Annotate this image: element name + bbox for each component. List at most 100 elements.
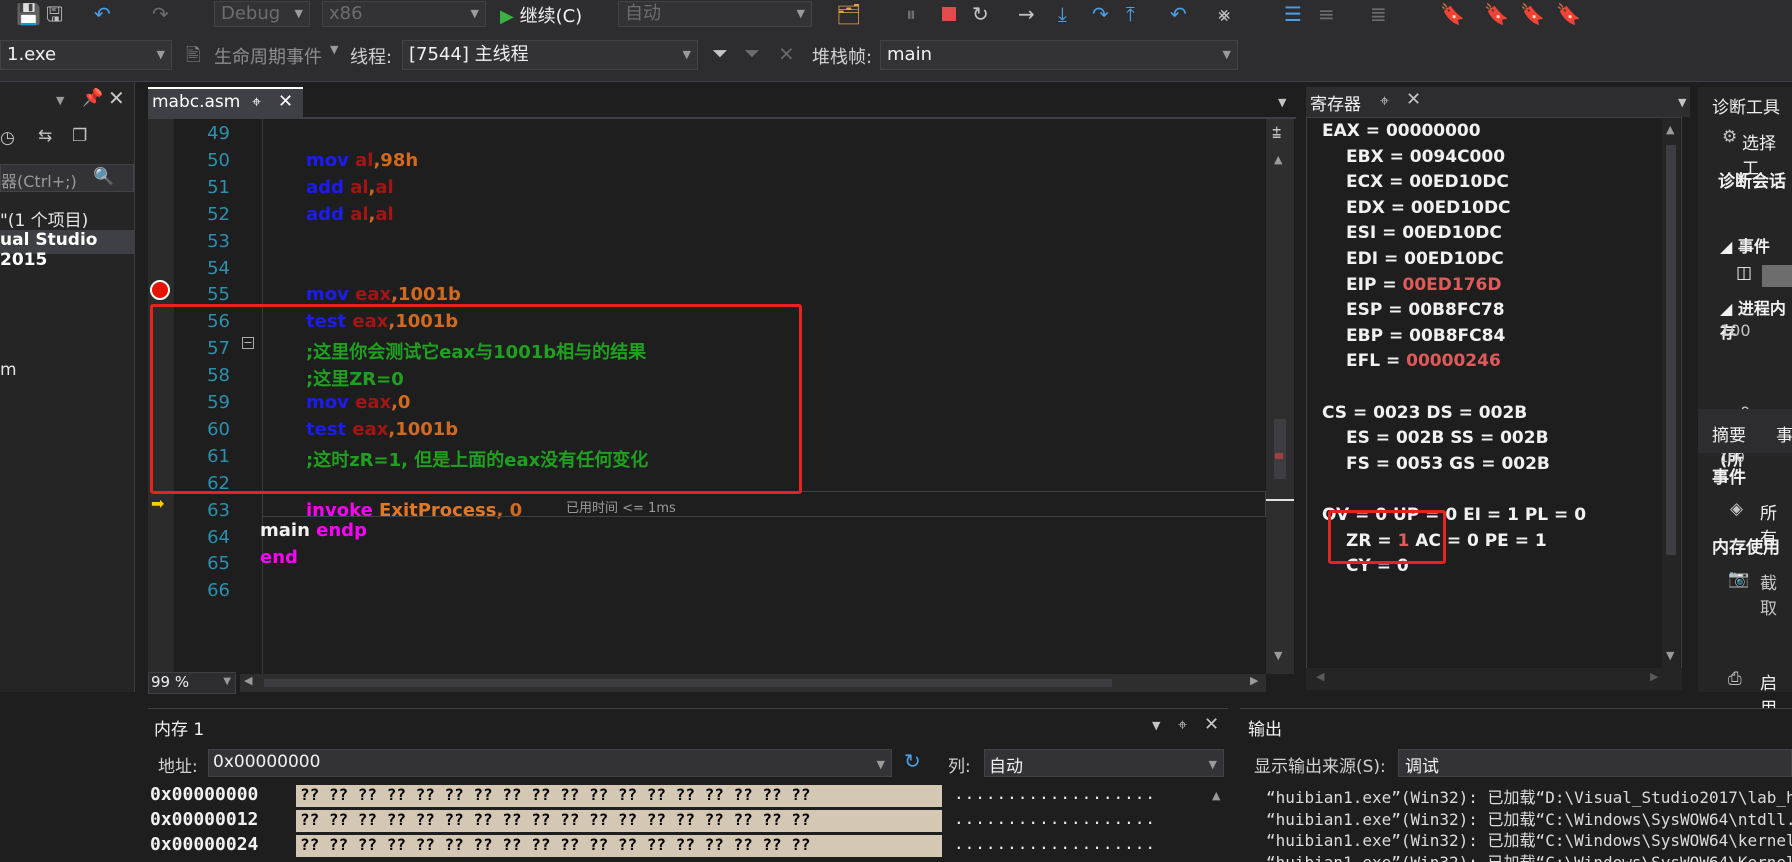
events-section[interactable]: ◢ 事件: [1720, 233, 1770, 257]
close-icon[interactable]: ✕: [108, 86, 125, 110]
thread-icon[interactable]: ☰: [1284, 2, 1302, 26]
current-line-marker: [1266, 499, 1294, 501]
indent-icon[interactable]: ≡: [1318, 2, 1335, 26]
scroll-down-icon[interactable]: ▼: [1666, 649, 1674, 662]
thread-dropdown[interactable]: [7544] 主线程 ▼: [402, 40, 698, 70]
search-input[interactable]: 器(Ctrl+;) 🔍: [0, 164, 134, 192]
step-back-icon[interactable]: ↶: [1170, 2, 1187, 26]
tab-summary[interactable]: 摘要: [1712, 421, 1746, 446]
code-line: mov eax,1001b: [306, 284, 461, 305]
close-icon[interactable]: ✕: [1204, 714, 1219, 735]
platform-dropdown[interactable]: x86 ▼: [322, 1, 486, 27]
gear-icon[interactable]: ⚙: [1722, 127, 1737, 147]
save-all-icon[interactable]: 🖫: [46, 2, 63, 26]
comment-icon[interactable]: ≣: [1370, 2, 1387, 26]
hex-display-icon[interactable]: ⨳: [1218, 2, 1230, 26]
chevron-down-icon[interactable]: ▼: [1678, 96, 1686, 109]
registers-hscrollbar[interactable]: ◀ ▶: [1306, 668, 1682, 690]
split-icon[interactable]: ⩲: [1272, 123, 1281, 143]
chevron-down-icon: ▼: [876, 758, 885, 771]
chevron-down-icon[interactable]: ▼: [56, 94, 64, 107]
address-label: 地址:: [158, 757, 198, 777]
chevron-down-icon: ▼: [796, 7, 805, 20]
line-number: 64: [207, 526, 230, 548]
process-dropdown[interactable]: 1.exe ▼: [0, 40, 172, 70]
editor-vscrollbar[interactable]: ⩲ ▲ ▼: [1266, 119, 1294, 674]
tab-list-dropdown-icon[interactable]: ▼: [1278, 96, 1286, 109]
breakpoint-icon[interactable]: [150, 280, 170, 300]
next-bookmark-icon[interactable]: 🔖: [1520, 2, 1545, 26]
restart-icon[interactable]: ↻: [972, 2, 989, 26]
address-input[interactable]: 0x00000000 ▼: [208, 749, 892, 777]
pause-icon[interactable]: ◫: [1736, 263, 1752, 283]
scroll-left-icon[interactable]: ◀: [244, 674, 252, 687]
scroll-down-icon[interactable]: ▼: [1274, 649, 1282, 662]
register-line: EFL = 00000246: [1346, 351, 1501, 371]
home-icon[interactable]: ◷: [0, 128, 15, 148]
prev-bookmark-icon[interactable]: 🔖: [1484, 2, 1509, 26]
pin-icon[interactable]: ⌖: [252, 92, 261, 112]
tab-events[interactable]: 事: [1776, 421, 1792, 446]
scroll-up-icon[interactable]: ▲: [1212, 789, 1220, 802]
register-line: CS = 0023 DS = 002B: [1322, 403, 1527, 423]
scroll-left-icon[interactable]: ◀: [1316, 670, 1324, 683]
pin-icon[interactable]: 📌: [82, 88, 103, 108]
filter-off-icon[interactable]: ⏷: [744, 41, 760, 65]
file-item[interactable]: m: [0, 360, 17, 380]
continue-button[interactable]: ▶ 继续(C): [500, 2, 582, 28]
editor-hscrollbar[interactable]: ◀ ▶: [240, 674, 1266, 692]
tab-mabc-asm[interactable]: mabc.asm ⌖ ✕: [148, 87, 303, 117]
step-over-icon[interactable]: ↷: [1092, 2, 1109, 26]
redo-icon[interactable]: ↷: [152, 2, 169, 26]
solution-item[interactable]: "(1 个项目): [0, 206, 134, 231]
register-text: EAX = 00000000: [1322, 121, 1481, 141]
show-next-statement-icon[interactable]: →: [1018, 2, 1035, 26]
scroll-right-icon[interactable]: ▶: [1250, 674, 1258, 687]
folder-icon[interactable]: 🗂: [836, 2, 861, 26]
config-dropdown[interactable]: Debug ▼: [214, 1, 310, 27]
close-icon[interactable]: ✕: [1406, 89, 1421, 110]
scroll-up-icon[interactable]: ▲: [1666, 123, 1674, 136]
columns-dropdown[interactable]: 自动 ▼: [984, 749, 1224, 777]
bookmark-icon[interactable]: 🔖: [1440, 2, 1465, 26]
flag-threads-icon[interactable]: ⨯: [778, 41, 795, 65]
project-item[interactable]: ual Studio 2015: [0, 230, 134, 270]
line-64-code: main endp: [260, 520, 367, 541]
memory-ascii[interactable]: ...................: [954, 809, 1156, 828]
scroll-up-icon[interactable]: ▲: [1274, 153, 1282, 166]
hscroll-thumb[interactable]: [264, 679, 1112, 687]
scroll-thumb[interactable]: [1274, 419, 1286, 479]
stop-icon[interactable]: [942, 7, 956, 21]
auto-dropdown[interactable]: 自动 ▼: [618, 1, 812, 27]
undo-icon[interactable]: ↶: [94, 2, 111, 26]
memory-bytes[interactable]: ?? ?? ?? ?? ?? ?? ?? ?? ?? ?? ?? ?? ?? ?…: [296, 810, 942, 832]
step-out-icon[interactable]: ⤒: [1126, 2, 1135, 26]
scroll-right-icon[interactable]: ▶: [1650, 670, 1658, 683]
pin-icon[interactable]: ⌖: [1178, 715, 1187, 735]
clear-bookmark-icon[interactable]: 🔖: [1556, 2, 1581, 26]
registers-title: 寄存器: [1310, 95, 1361, 115]
stackframe-dropdown[interactable]: main ▼: [880, 40, 1238, 70]
filter-icon[interactable]: ⏷: [712, 41, 728, 65]
output-source-dropdown[interactable]: 调试: [1398, 749, 1792, 777]
memory-ascii[interactable]: ...................: [954, 784, 1156, 803]
close-icon[interactable]: ✕: [278, 91, 293, 112]
code-token: add: [306, 176, 351, 198]
collapse-icon[interactable]: ❐: [72, 126, 87, 146]
refresh-icon[interactable]: ↻: [904, 749, 921, 773]
scroll-thumb[interactable]: [1666, 145, 1676, 555]
take-snapshot-button[interactable]: 截取: [1760, 569, 1792, 619]
memory-ascii[interactable]: ...................: [954, 834, 1156, 853]
lifecycle-events-button[interactable]: 生命周期事件: [214, 43, 322, 69]
save-icon[interactable]: 💾: [16, 2, 41, 26]
memory-bytes[interactable]: ?? ?? ?? ?? ?? ?? ?? ?? ?? ?? ?? ?? ?? ?…: [296, 785, 942, 807]
pin-icon[interactable]: ⌖: [1380, 91, 1389, 111]
chevron-down-icon[interactable]: ▼: [1152, 719, 1160, 732]
pause-icon[interactable]: ⏸: [906, 2, 916, 26]
registers-vscrollbar[interactable]: ▲ ▼: [1662, 119, 1680, 668]
sync-icon[interactable]: ⇆: [38, 126, 52, 146]
zoom-dropdown[interactable]: 99 % ▼: [148, 672, 236, 694]
chevron-down-icon: ▼: [294, 7, 303, 20]
step-into-icon[interactable]: ⤓: [1058, 2, 1067, 26]
memory-bytes[interactable]: ?? ?? ?? ?? ?? ?? ?? ?? ?? ?? ?? ?? ?? ?…: [296, 835, 942, 857]
